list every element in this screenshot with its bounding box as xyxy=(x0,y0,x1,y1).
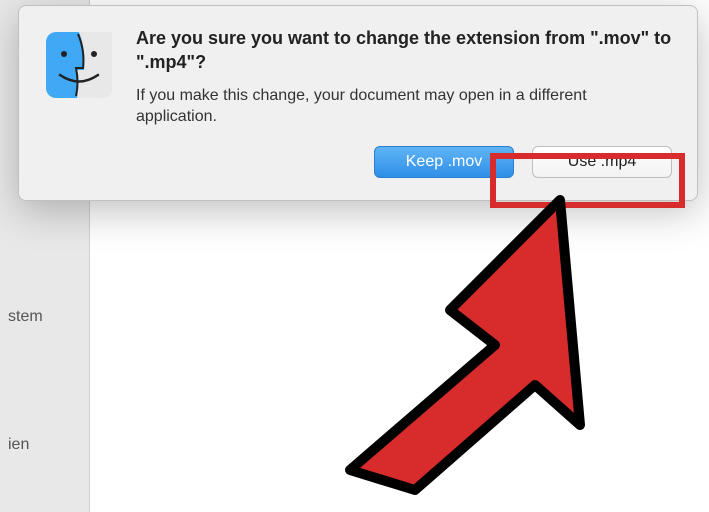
sidebar-item[interactable] xyxy=(0,250,89,270)
keep-button[interactable]: Keep .mov xyxy=(374,146,514,178)
sidebar-item[interactable] xyxy=(0,376,89,396)
confirm-dialog: Are you sure you want to change the exte… xyxy=(18,5,698,201)
dialog-content: Are you sure you want to change the exte… xyxy=(44,26,672,178)
sidebar-item[interactable]: ien xyxy=(0,426,89,464)
sidebar-item[interactable]: stem xyxy=(0,298,89,336)
finder-icon xyxy=(44,30,114,100)
dialog-heading: Are you sure you want to change the exte… xyxy=(136,26,672,75)
dialog-body: If you make this change, your document m… xyxy=(136,85,672,128)
use-button[interactable]: Use .mp4 xyxy=(532,146,672,178)
dialog-text-area: Are you sure you want to change the exte… xyxy=(136,26,672,178)
dialog-buttons: Keep .mov Use .mp4 xyxy=(136,146,672,178)
